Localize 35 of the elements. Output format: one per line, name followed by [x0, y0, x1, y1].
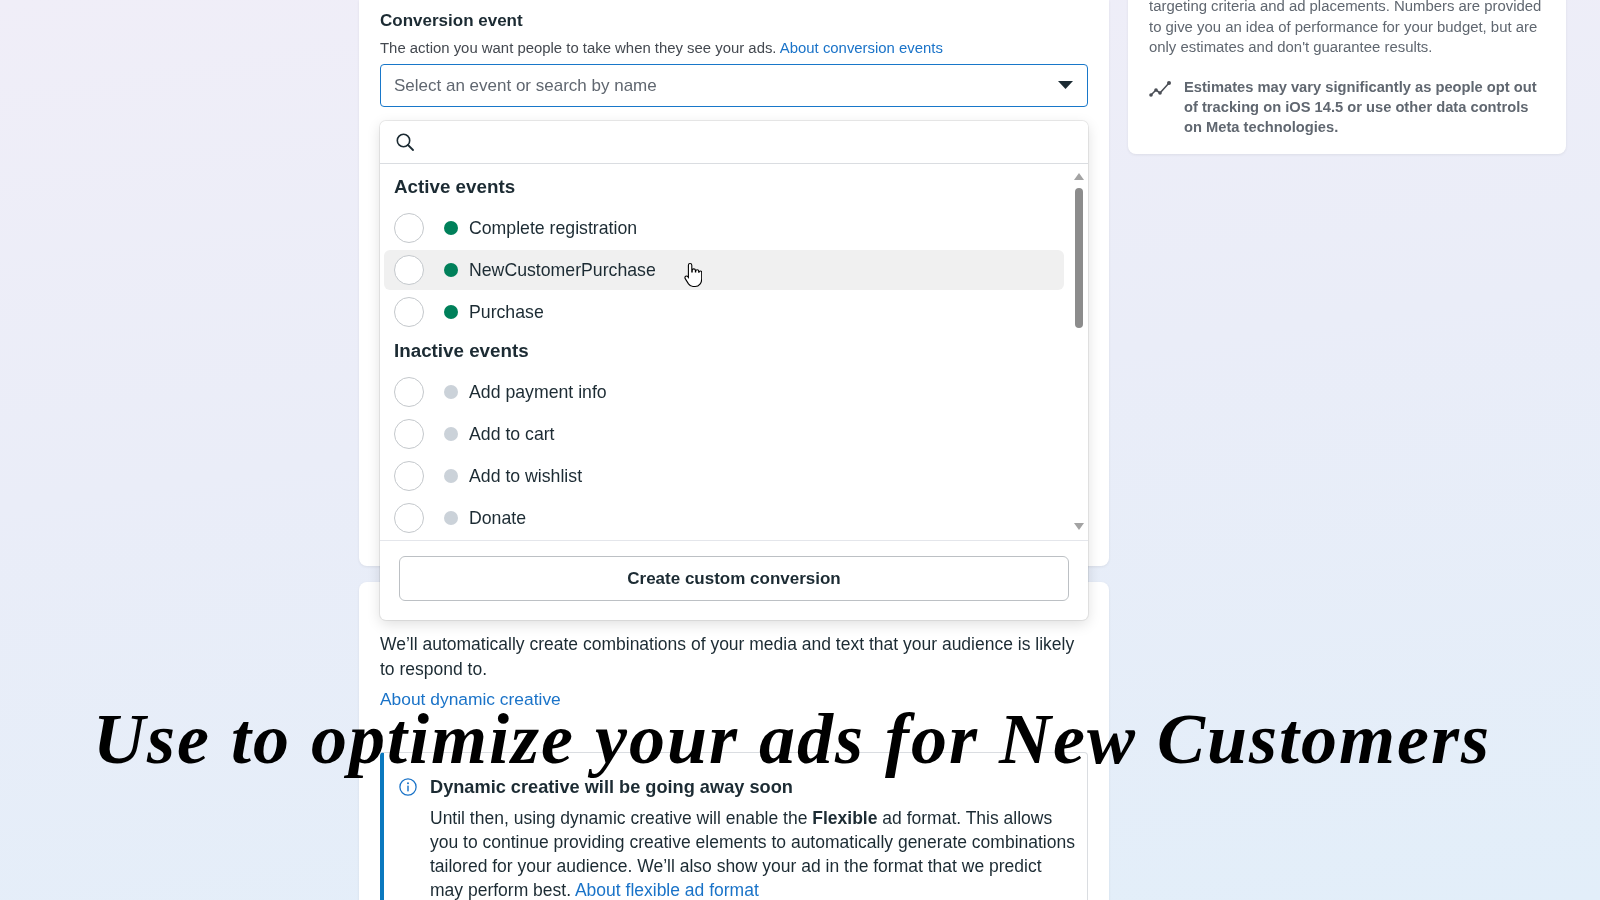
video-caption: Use to optimize your ads for New Customers — [91, 711, 1493, 780]
group-heading: Inactive events — [393, 339, 530, 363]
section-title: Conversion event — [380, 10, 524, 32]
info-icon — [399, 778, 417, 796]
hand-cursor-icon — [684, 262, 702, 288]
estimates-text: targeting criteria and ad placements. Numbers are provided to give you an idea of performance for your budget, but are only estimates and don't guarantee results. — [1149, 0, 1543, 57]
event-select-field[interactable]: Select an event or search by name — [380, 64, 1088, 107]
description-text: The action you want people to take when they see your ads. About conversion events — [380, 39, 944, 57]
estimates-note: Estimates may vary significantly as people opt out of tracking on iOS 14.5 or use other data controls on Meta technologies. — [1184, 77, 1538, 137]
radio-button[interactable] — [394, 461, 424, 491]
caret-down-icon — [1058, 81, 1073, 89]
radio-button[interactable] — [394, 419, 424, 449]
radio-button[interactable] — [394, 297, 424, 327]
description-text: We’ll automatically create combinations of your media and text that your audience is likely to respond to. — [380, 633, 1076, 681]
radio-button[interactable] — [394, 377, 424, 407]
radio-button[interactable] — [394, 213, 424, 243]
search-field[interactable] — [380, 121, 1088, 164]
group-heading: Active events — [393, 175, 517, 199]
event-option[interactable]: Donate — [384, 498, 1064, 538]
event-option[interactable]: Add to cart — [384, 414, 1064, 454]
about-flexible-ad-format-link[interactable]: About flexible ad format — [574, 880, 759, 900]
about-conversion-events-link[interactable]: About conversion events — [779, 40, 943, 56]
event-option[interactable]: Add to wishlist — [384, 456, 1064, 496]
event-option[interactable]: NewCustomerPurchase — [384, 250, 1064, 290]
trend-line-icon — [1149, 79, 1172, 99]
radio-button[interactable] — [394, 255, 424, 285]
radio-button[interactable] — [394, 503, 424, 533]
search-icon — [396, 133, 414, 151]
about-dynamic-creative-link[interactable]: About dynamic creative — [380, 689, 561, 709]
notice-title: Dynamic creative will be going away soon — [430, 778, 794, 796]
event-option[interactable]: Add payment info — [384, 372, 1064, 412]
notice-text: Until then, using dynamic creative will enable the Flexible ad format. This allows you to continue providing creative elements to automatically generate combinations tailored for your audience. We’ll also show your ad in the format that we predict may perform best. About flexible ad format — [430, 807, 1075, 900]
event-option[interactable]: Complete registration — [384, 208, 1064, 248]
create-custom-conversion-button[interactable]: Create custom conversion — [399, 556, 1069, 601]
event-option[interactable]: Purchase — [384, 292, 1064, 332]
